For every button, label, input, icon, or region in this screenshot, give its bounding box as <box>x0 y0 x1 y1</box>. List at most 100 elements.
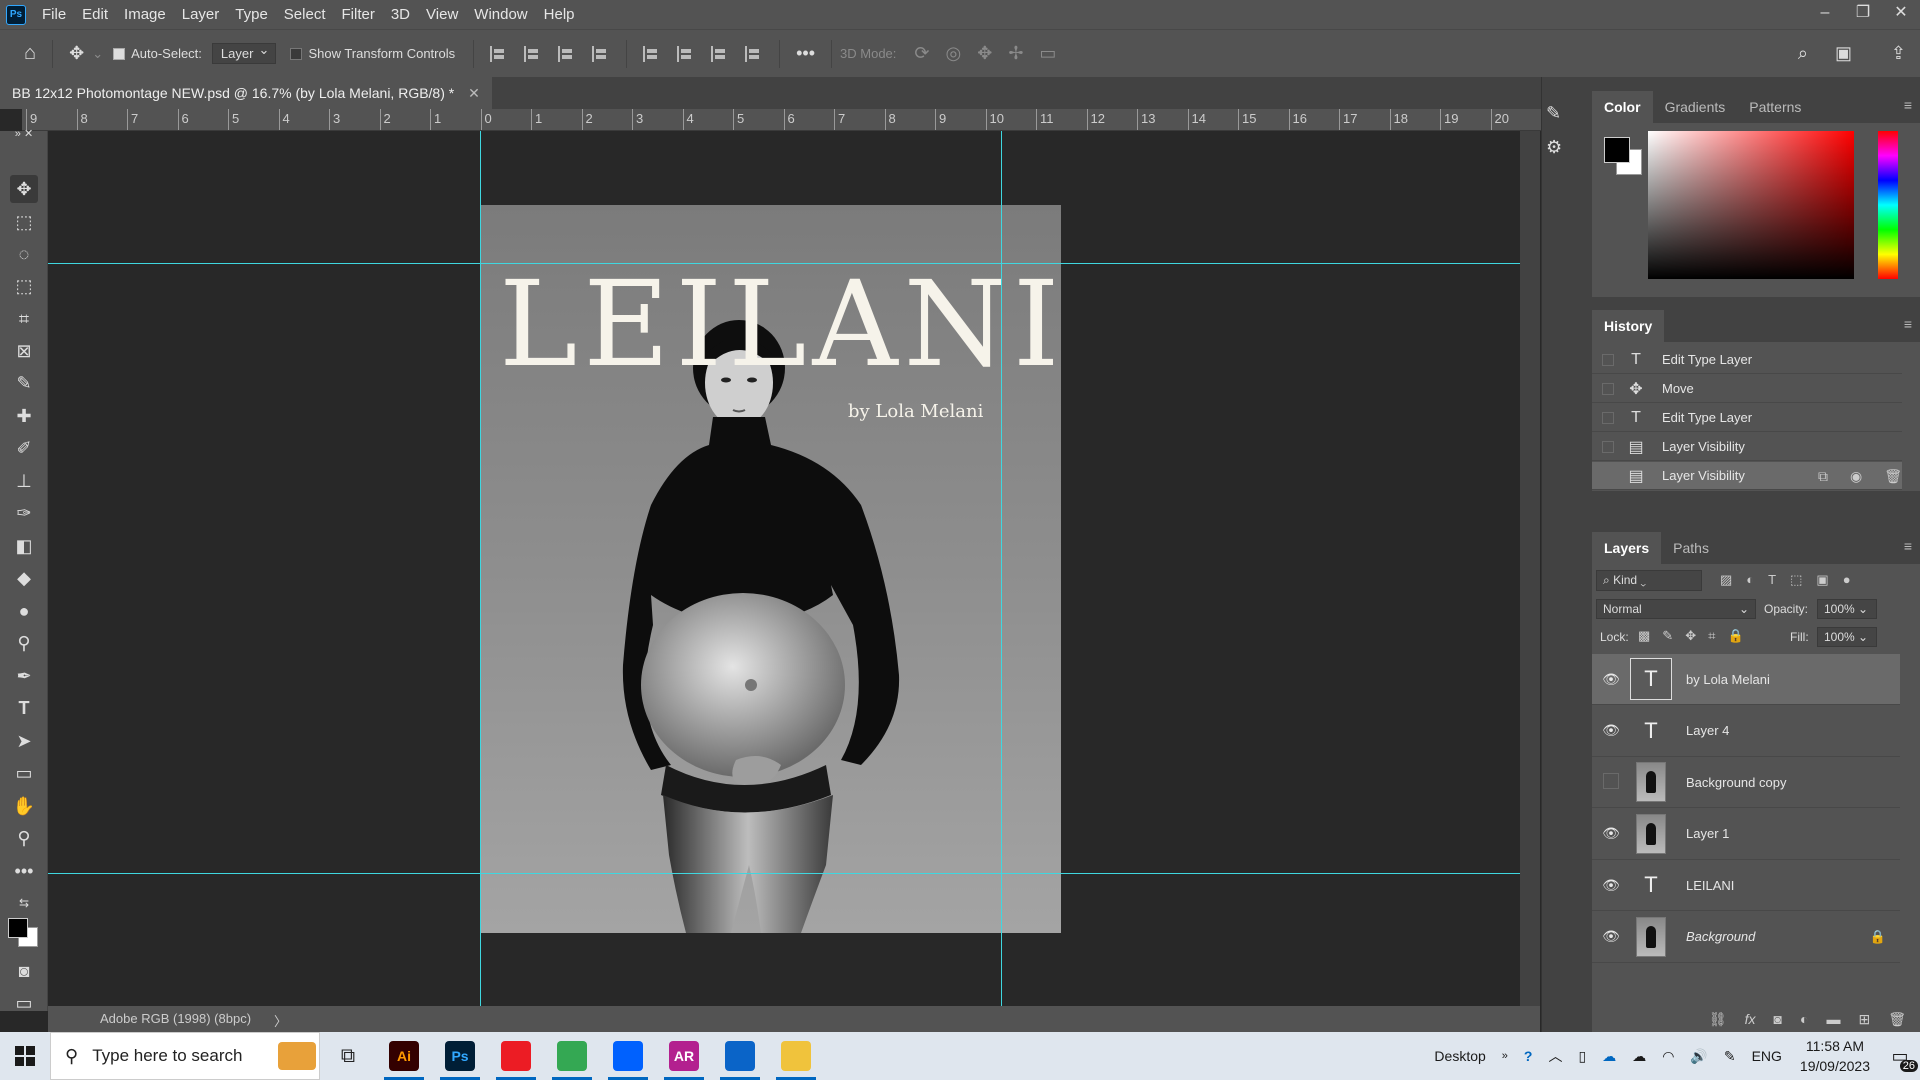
document-tab[interactable]: BB 12x12 Photomontage NEW.psd @ 16.7% (b… <box>0 77 492 109</box>
align-center-icon[interactable] <box>524 45 542 62</box>
history-snapshot-checkbox[interactable] <box>1602 469 1614 482</box>
cloud-icon[interactable]: ☁ <box>1632 1048 1646 1065</box>
onedrive-icon[interactable]: ☁ <box>1602 1048 1616 1065</box>
align-left-icon[interactable] <box>490 45 508 62</box>
delete-layer-icon[interactable]: 🗑 <box>1888 1011 1906 1028</box>
taskbar-app-outlook[interactable] <box>712 1032 768 1080</box>
zoom-tool[interactable]: ⚲ <box>10 824 38 852</box>
history-snapshot-checkbox[interactable] <box>1602 353 1614 366</box>
move-tool[interactable]: ✥ <box>10 175 38 203</box>
guide-horizontal-bottom[interactable] <box>48 873 1520 874</box>
auto-select-dropdown[interactable]: Layer <box>211 42 277 64</box>
brush-tool[interactable]: ✐ <box>10 434 38 462</box>
opacity-field[interactable]: 100% ⌄ <box>1817 599 1877 619</box>
tab-patterns[interactable]: Patterns <box>1737 91 1813 123</box>
minimize-button[interactable]: – <box>1806 0 1844 29</box>
add-mask-icon[interactable]: ◙ <box>1774 1011 1782 1028</box>
layer-row[interactable]: 👁 Background 🔒 <box>1592 912 1900 963</box>
adjustment-filter-icon[interactable]: ◐ <box>1746 572 1754 588</box>
link-layers-icon[interactable]: ⛓ <box>1709 1011 1727 1028</box>
lock-pixels-icon[interactable]: ✎ <box>1662 628 1673 644</box>
frame-tool[interactable]: ⊠ <box>10 337 38 365</box>
paint-bucket-tool[interactable]: ◆ <box>10 564 38 592</box>
language-indicator[interactable]: ENG <box>1752 1048 1782 1064</box>
restore-button[interactable]: ❐ <box>1844 0 1882 29</box>
history-item[interactable]: ▤ Layer Visibility <box>1592 433 1902 461</box>
pen-tool[interactable]: ✒ <box>10 662 38 690</box>
layer-filter-kind[interactable]: ⌕ Kind ⌄ <box>1596 570 1702 591</box>
layer-row[interactable]: Background copy <box>1592 757 1900 808</box>
visibility-eye-icon[interactable]: 👁 <box>1592 928 1630 945</box>
history-item[interactable]: T Edit Type Layer <box>1592 346 1902 374</box>
rectangle-tool[interactable]: ▭ <box>10 759 38 787</box>
clone-stamp-tool[interactable]: ⊥ <box>10 467 38 495</box>
taskbar-app-chrome[interactable] <box>544 1032 600 1080</box>
close-tab-icon[interactable]: ✕ <box>468 85 480 101</box>
more-options-icon[interactable]: ••• <box>796 43 815 64</box>
menu-3d[interactable]: 3D <box>383 0 418 29</box>
status-chevron-icon[interactable]: 〉 <box>274 1011 287 1030</box>
visibility-eye-icon[interactable]: 👁 <box>1592 722 1630 739</box>
vertical-scrollbar[interactable] <box>1520 131 1540 1006</box>
color-profile-status[interactable]: Adobe RGB (1998) (8bpc) <box>100 1011 251 1026</box>
marquee-tool[interactable]: ⬚ <box>10 208 38 236</box>
task-view-button[interactable]: ⧉ <box>320 1032 376 1080</box>
tab-color[interactable]: Color <box>1592 91 1653 123</box>
new-document-from-state-icon[interactable]: ⧉ <box>1818 468 1828 485</box>
object-selection-tool[interactable]: ⬚ <box>10 272 38 300</box>
dodge-tool[interactable]: ⚲ <box>10 629 38 657</box>
lasso-tool[interactable]: ◌ <box>10 240 38 268</box>
taskbar-search-box[interactable]: ⚲ Type here to search <box>50 1032 320 1080</box>
smart-object-filter-icon[interactable]: ▣ <box>1816 572 1828 588</box>
tab-history[interactable]: History <box>1592 310 1665 342</box>
tab-paths[interactable]: Paths <box>1661 532 1721 564</box>
adjustments-icon[interactable]: ⚙ <box>1546 137 1562 158</box>
workspace-icon[interactable]: ▣ <box>1835 43 1852 64</box>
brush-settings-icon[interactable]: ✎ <box>1546 103 1561 124</box>
align-right-icon[interactable] <box>558 45 576 62</box>
start-button[interactable] <box>0 1032 50 1080</box>
canvas-area[interactable]: LEILANI by Lola Melani <box>48 131 1520 1006</box>
foreground-color-swatch[interactable] <box>8 918 28 938</box>
visibility-eye-icon[interactable]: 👁 <box>1592 877 1630 894</box>
menu-image[interactable]: Image <box>116 0 174 29</box>
menu-filter[interactable]: Filter <box>334 0 383 29</box>
desktop-toolbar-label[interactable]: Desktop <box>1434 1048 1485 1064</box>
blend-mode-dropdown[interactable]: Normal ⌄ <box>1596 599 1756 619</box>
layer-row[interactable]: 👁 T LEILANI <box>1592 860 1900 911</box>
show-hidden-icons-chevron-icon[interactable]: ︿ <box>1548 1046 1562 1066</box>
chevron-down-icon[interactable]: ⌄ <box>92 46 103 62</box>
document-canvas[interactable]: LEILANI by Lola Melani <box>481 205 1061 933</box>
taskbar-app-dropbox[interactable] <box>600 1032 656 1080</box>
lock-artboard-icon[interactable]: ⌗ <box>1708 628 1715 644</box>
history-snapshot-checkbox[interactable] <box>1602 440 1614 453</box>
history-item[interactable]: T Edit Type Layer <box>1592 404 1902 432</box>
quick-mask-icon[interactable]: ◙ <box>10 957 38 985</box>
history-snapshot-checkbox[interactable] <box>1602 411 1614 424</box>
taskbar-app-acrobat[interactable] <box>488 1032 544 1080</box>
fill-field[interactable]: 100% ⌄ <box>1817 627 1877 647</box>
screen-mode-icon[interactable]: ▭ <box>10 989 38 1017</box>
layer-row[interactable]: 👁 Layer 1 <box>1592 809 1900 860</box>
toolbar-expand-icon[interactable]: » <box>1502 1050 1508 1062</box>
type-tool[interactable]: T <box>10 694 38 722</box>
menu-select[interactable]: Select <box>276 0 334 29</box>
wifi-icon[interactable]: ◠ <box>1662 1048 1674 1065</box>
path-selection-tool[interactable]: ➤ <box>10 727 38 755</box>
eraser-tool[interactable]: ◧ <box>10 532 38 560</box>
pen-icon[interactable]: ✎ <box>1724 1048 1736 1065</box>
snapshot-camera-icon[interactable]: ◉ <box>1850 468 1862 485</box>
layer-row[interactable]: 👁 Tby Lola Melani <box>1592 654 1900 705</box>
lock-position-icon[interactable]: ✥ <box>1685 628 1696 644</box>
device-icon[interactable]: ▯ <box>1578 1048 1586 1065</box>
menu-window[interactable]: Window <box>466 0 535 29</box>
menu-type[interactable]: Type <box>227 0 276 29</box>
eyedropper-tool[interactable]: ✎ <box>10 369 38 397</box>
guide-horizontal-top[interactable] <box>48 263 1520 264</box>
align-top-icon[interactable] <box>643 45 661 62</box>
visibility-eye-icon[interactable]: 👁 <box>1592 825 1630 842</box>
briefcase-icon[interactable] <box>278 1042 317 1070</box>
edit-toolbar-icon[interactable]: ••• <box>10 857 38 885</box>
panel-menu-icon[interactable]: ≡ <box>1904 97 1912 113</box>
menu-edit[interactable]: Edit <box>74 0 116 29</box>
